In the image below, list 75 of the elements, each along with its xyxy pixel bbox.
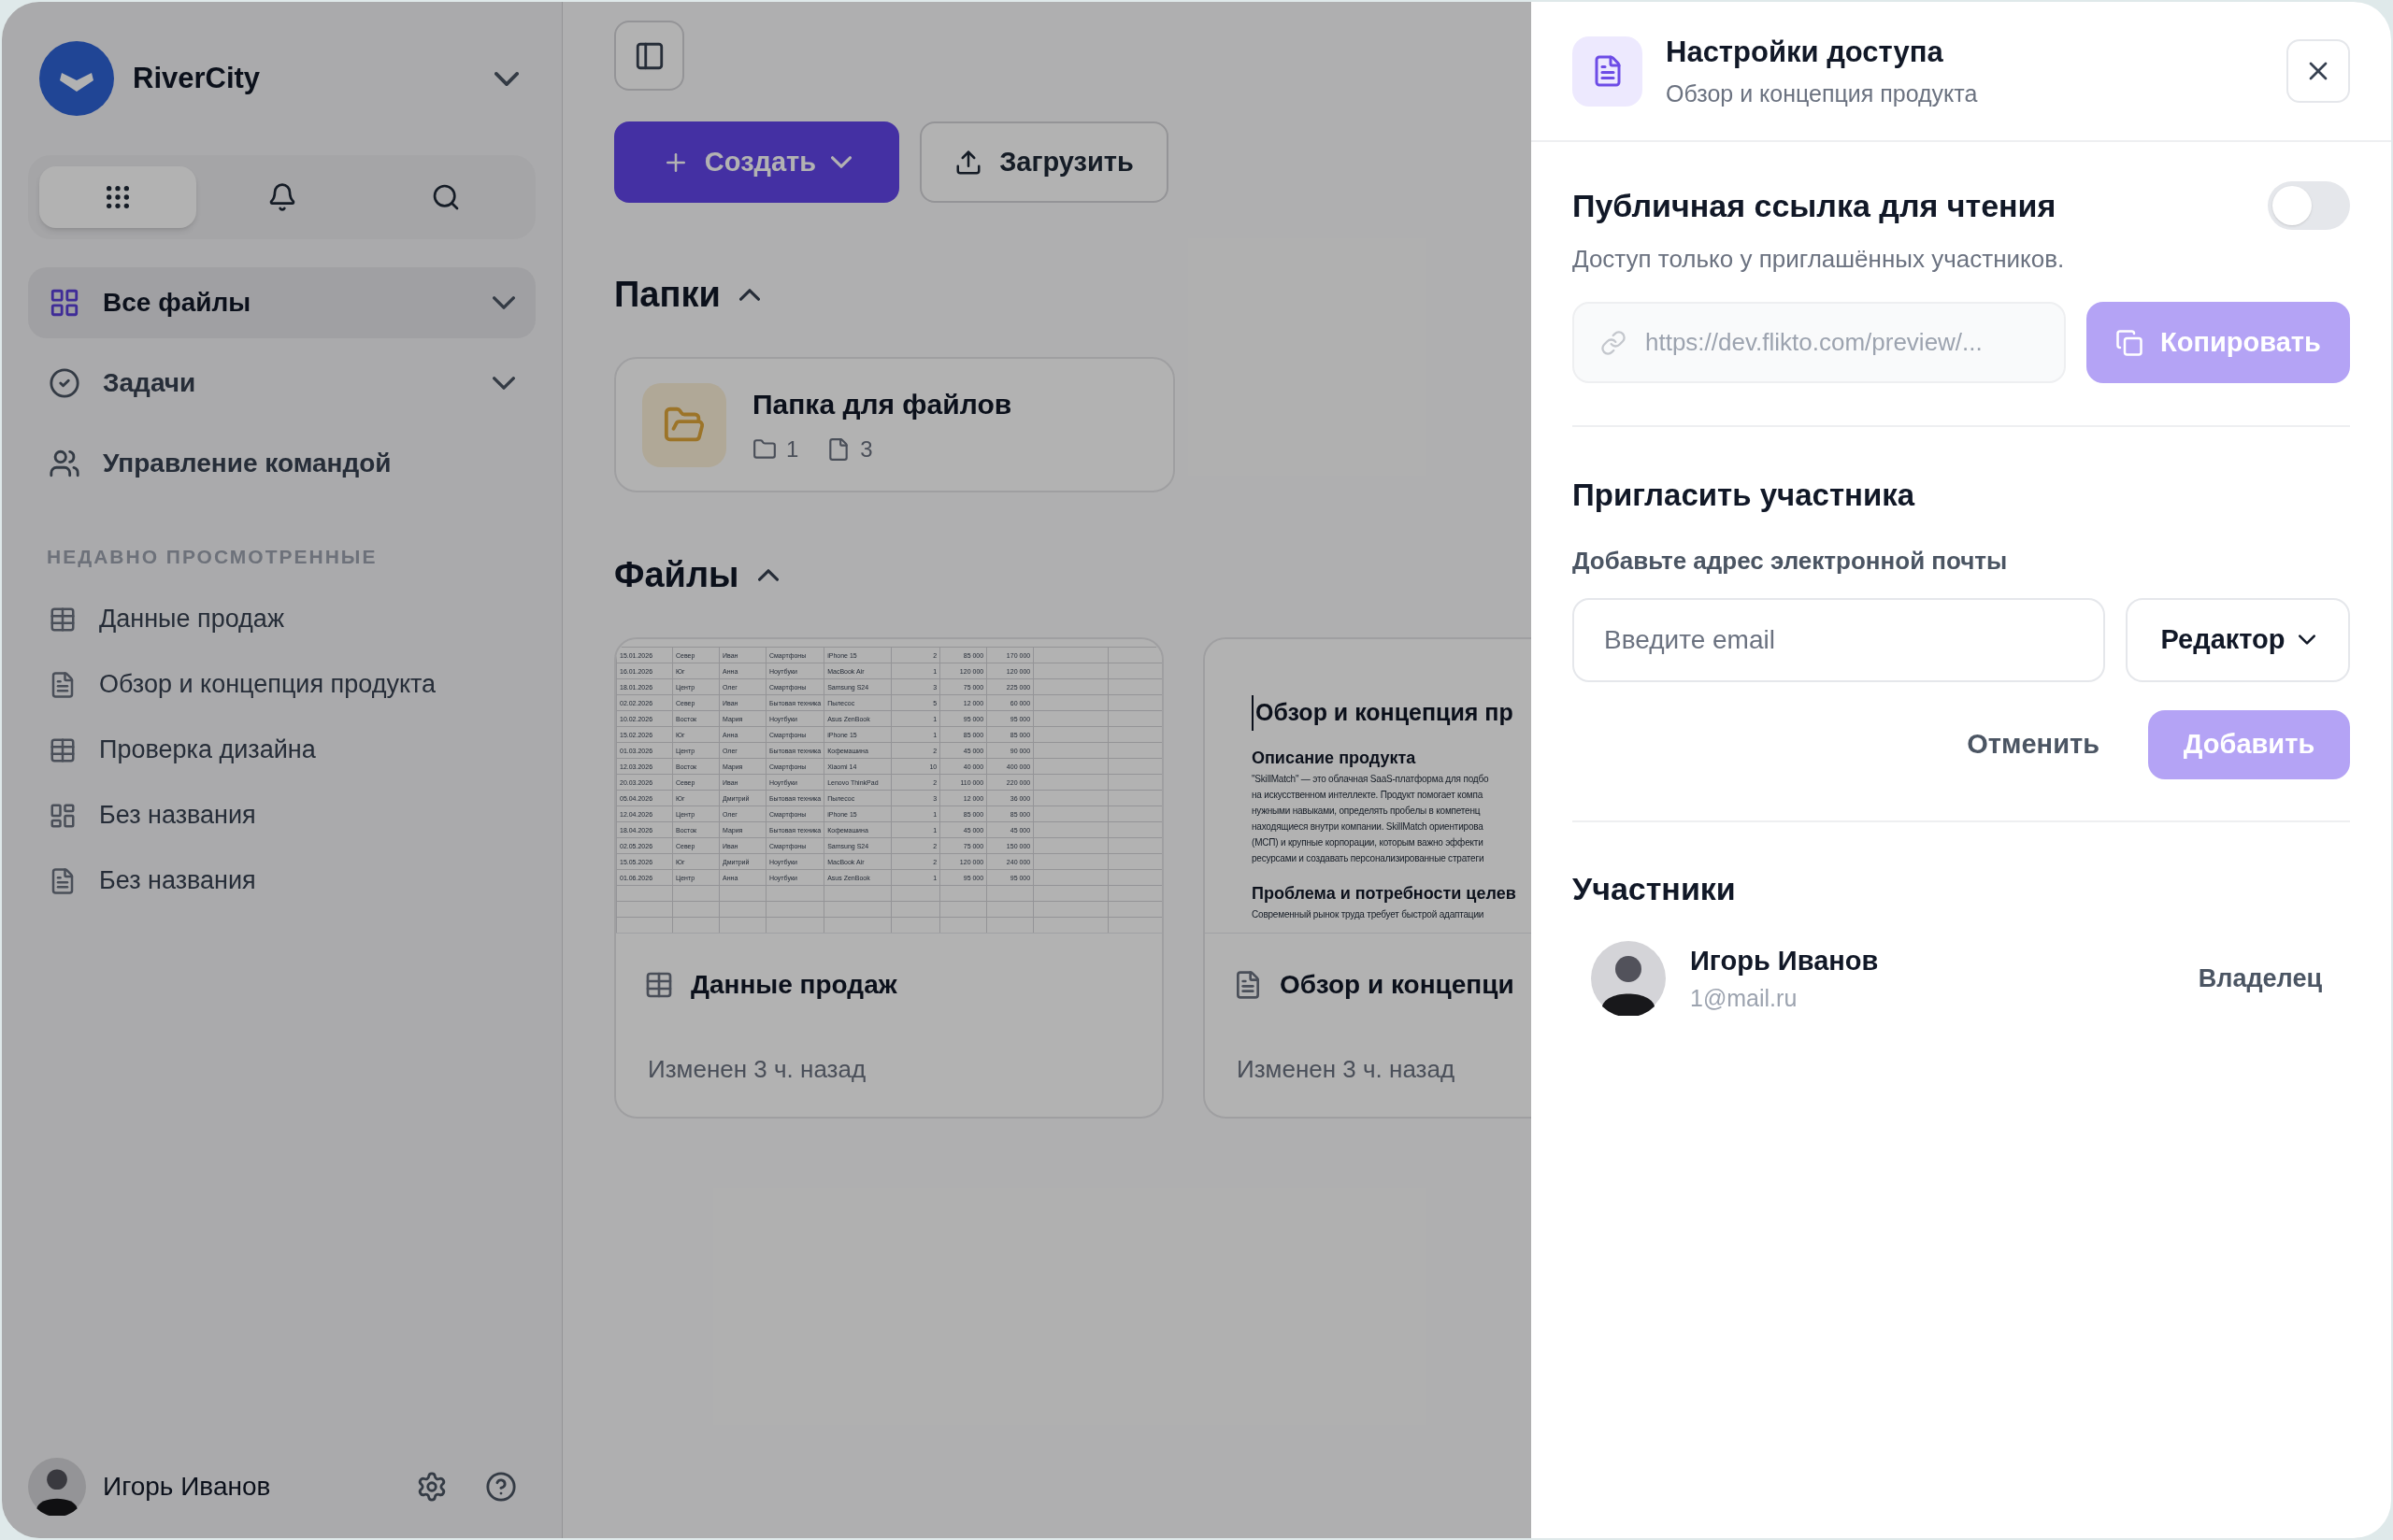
copy-icon [2115, 328, 2144, 357]
recent-label: Без названия [99, 865, 256, 897]
section-heading: НЕДАВНО ПРОСМОТРЕННЫЕ [46, 545, 379, 569]
recent-label: Без названия [99, 800, 256, 832]
folder-card[interactable]: Папка для файлов 1 3 [614, 357, 1175, 492]
folder-name: Папка для файлов [752, 388, 1012, 421]
users-icon [49, 448, 80, 479]
logo-icon [39, 41, 114, 116]
section-description: Доступ только у приглашённых участников. [1572, 244, 2066, 275]
settings-icon[interactable] [416, 1471, 448, 1503]
user-avatar [28, 1458, 86, 1516]
chevron-up-icon[interactable] [738, 289, 760, 301]
document-text-line: "SkillMatch" — это облачная SaaS-платформа для подбо [1252, 772, 1490, 786]
chevron-down-icon[interactable] [494, 71, 519, 86]
recent-label: Данные продаж [99, 604, 284, 635]
document-text-line: находящиеся внутри компании. SkillMatch ориентирова [1252, 820, 1484, 834]
recent-item[interactable]: Без названия [28, 848, 536, 914]
table-icon [644, 970, 674, 1000]
nav-label: Управление командой [103, 448, 392, 479]
help-icon[interactable] [485, 1471, 517, 1503]
member-role: Владелец [2198, 962, 2322, 994]
link-icon [1600, 329, 1626, 356]
nav-item[interactable]: Управление командой [28, 428, 536, 499]
field-label: Добавьте адрес электронной почты [1572, 545, 2009, 577]
grid-icon [49, 287, 80, 319]
folder-icon [752, 437, 777, 462]
file-count: 3 [860, 435, 873, 463]
nav-item[interactable]: Все файлы [28, 267, 536, 338]
user-name: Игорь Иванов [103, 1471, 271, 1503]
document-text-line: Современный рынок труда требует быстрой адаптации [1252, 907, 1485, 921]
document-heading: Проблема и потребности целев [1252, 882, 1517, 905]
section-title: Публичная ссылка для чтения [1572, 186, 2056, 225]
chevron-up-icon[interactable] [757, 569, 779, 581]
recent-label: Проверка дизайна [99, 734, 316, 766]
section-title: Участники [1572, 869, 1737, 908]
link-url: https://dev.flikto.com/preview/... [1645, 327, 1983, 358]
chevron-down-icon[interactable] [493, 296, 515, 309]
sidebar-toggle-button[interactable] [614, 21, 684, 91]
chevron-down-icon [831, 156, 853, 168]
close-button[interactable] [2286, 39, 2350, 103]
document-text-line: на искусственном интеллекте. Продукт помогает компа [1252, 788, 1484, 802]
document-text-line: нужными навыками, определять пробелы в компетенц [1252, 804, 1482, 818]
recent-item[interactable]: Данные продаж [28, 586, 536, 652]
upload-button[interactable]: Загрузить [920, 121, 1168, 203]
nav-item[interactable]: Задачи [28, 348, 536, 419]
section-title: Папки [614, 274, 721, 316]
nav-label: Задачи [103, 367, 196, 399]
toggle-switch[interactable] [2268, 181, 2350, 230]
file-name: Обзор и концепци [1280, 969, 1514, 1001]
recent-label: Обзор и концепция продукта [99, 669, 437, 701]
section-title: Пригласить участника [1572, 477, 1916, 514]
recent-item[interactable]: Без названия [28, 782, 536, 848]
document-heading: Описание продукта [1252, 747, 1417, 769]
create-button[interactable]: Создать [614, 121, 899, 203]
modified-time: Изменен 3 ч. назад [1236, 1054, 1456, 1085]
role-dropdown[interactable]: Редактор [2126, 597, 2350, 682]
section-title: Файлы [614, 554, 739, 596]
member-email: 1@mail.ru [1690, 984, 1798, 1013]
file-name: Данные продаж [691, 969, 897, 1001]
folder-count: 1 [786, 435, 799, 463]
panel-subtitle: Обзор и концепция продукта [1666, 78, 1978, 108]
member-name: Игорь Иванов [1690, 944, 1879, 977]
modified-time: Изменен 3 ч. назад [647, 1054, 867, 1085]
chevron-down-icon [2298, 635, 2315, 645]
workspace-name: RiverCity [133, 60, 261, 96]
check-circle-icon [49, 367, 80, 399]
panel-title: Настройки доступа [1666, 35, 1944, 70]
nav-label: Все файлы [103, 287, 251, 319]
chevron-down-icon[interactable] [493, 377, 515, 390]
cancel-button[interactable]: Отменить [1967, 723, 2099, 765]
document-text-line: ресурсами и создавать персонализированные стратеги [1252, 851, 1485, 865]
recent-item[interactable]: Проверка дизайна [28, 717, 536, 783]
recent-item[interactable]: Обзор и концепция продукта [28, 651, 536, 718]
document-text-line: (МСП) и крупные корпорации, которым важно эффекти [1252, 835, 1484, 849]
email-field[interactable]: Введите email [1572, 597, 2105, 682]
